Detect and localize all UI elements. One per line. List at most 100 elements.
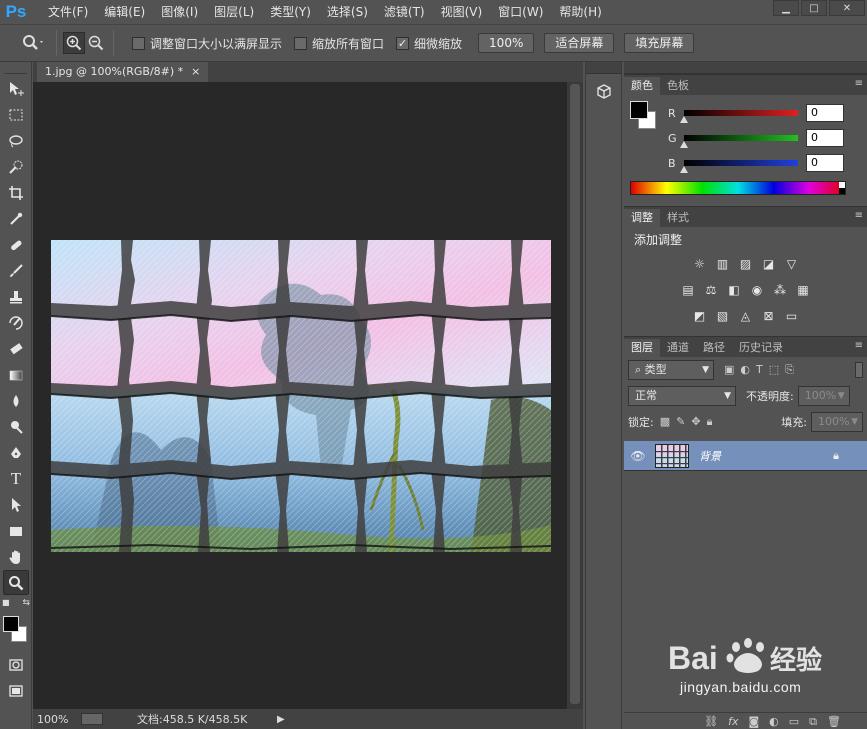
blue-slider[interactable] (680, 160, 798, 173)
fill-screen-button[interactable]: 填充屏幕 (624, 33, 695, 53)
red-value-field[interactable]: 0 (806, 104, 844, 122)
slider-knob[interactable] (680, 166, 688, 173)
vertical-scrollbar[interactable] (567, 82, 583, 709)
close-icon[interactable]: ✕ (829, 0, 865, 16)
type-layer-filter-icon[interactable]: T (756, 363, 763, 377)
menu-edit[interactable]: 编辑(E) (96, 1, 153, 23)
panel-menu-icon[interactable]: ≡ (855, 210, 863, 221)
menu-filter[interactable]: 滤镜(T) (376, 1, 433, 23)
move-tool-icon[interactable] (3, 76, 29, 101)
hand-tool-icon[interactable] (3, 544, 29, 569)
vibrance-icon[interactable]: ▽ (783, 255, 801, 273)
pen-tool-icon[interactable] (3, 440, 29, 465)
close-tab-icon[interactable]: × (191, 62, 200, 82)
status-menu-arrow-icon[interactable]: ▶ (277, 714, 285, 725)
layer-filter-dropdown[interactable]: ⌕ 类型 ▼ (628, 360, 714, 380)
levels-icon[interactable]: ▥ (714, 255, 732, 273)
restore-icon[interactable]: □ (801, 0, 827, 16)
tab-layers[interactable]: 图层 (624, 339, 660, 357)
lock-all-icon[interactable]: 🔒︎ (707, 415, 713, 429)
new-layer-icon[interactable]: ⧉ (809, 715, 817, 729)
history-brush-tool-icon[interactable] (3, 310, 29, 335)
tab-history[interactable]: 历史记录 (732, 339, 790, 357)
threshold-icon[interactable]: ◬ (737, 307, 755, 325)
quick-selection-tool-icon[interactable] (3, 154, 29, 179)
menu-help[interactable]: 帮助(H) (551, 1, 609, 23)
path-selection-tool-icon[interactable] (3, 492, 29, 517)
clone-stamp-tool-icon[interactable] (3, 284, 29, 309)
color-balance-icon[interactable]: ⚖ (702, 281, 720, 299)
curves-icon[interactable]: ▨ (737, 255, 755, 273)
slider-knob[interactable] (680, 116, 688, 123)
tab-color[interactable]: 颜色 (624, 77, 660, 95)
screen-mode-icon[interactable] (3, 678, 29, 703)
blend-mode-dropdown[interactable]: 正常 ▼ (628, 386, 736, 406)
zoom-out-icon[interactable] (85, 32, 107, 54)
invert-icon[interactable]: ◩ (691, 307, 709, 325)
color-spectrum-ramp[interactable] (630, 181, 846, 195)
quick-mask-icon[interactable] (3, 652, 29, 677)
menu-image[interactable]: 图像(I) (153, 1, 206, 23)
blur-tool-icon[interactable] (3, 388, 29, 413)
zoom-in-icon[interactable] (63, 32, 85, 54)
rectangle-tool-icon[interactable] (3, 518, 29, 543)
delete-layer-trash-icon[interactable]: 🗑︎ (827, 715, 841, 728)
checkbox-checked-icon[interactable]: ✓ (396, 36, 410, 50)
filter-toggle[interactable] (855, 362, 863, 378)
channel-mixer-icon[interactable]: ⁂ (771, 281, 789, 299)
eraser-tool-icon[interactable] (3, 336, 29, 361)
dodge-tool-icon[interactable] (3, 414, 29, 439)
default-colors-icon[interactable]: ■ (2, 598, 10, 608)
fill-field[interactable]: 100% ▼ (811, 412, 863, 432)
panel-menu-icon[interactable]: ≡ (855, 340, 863, 351)
opacity-field[interactable]: 100% ▼ (797, 386, 850, 406)
hue-saturation-icon[interactable]: ▤ (679, 281, 697, 299)
black-white-swatch[interactable] (839, 182, 845, 194)
lock-position-icon[interactable]: ✥ (691, 415, 700, 429)
menu-select[interactable]: 选择(S) (319, 1, 376, 23)
adjustment-layer-filter-icon[interactable]: ◐ (740, 363, 750, 377)
panel-menu-icon[interactable]: ≡ (855, 78, 863, 89)
foreground-color[interactable] (3, 616, 19, 632)
menu-file[interactable]: 文件(F) (40, 1, 96, 23)
layer-style-fx-icon[interactable]: fx (728, 715, 738, 728)
new-group-folder-icon[interactable]: ▭ (789, 715, 799, 728)
green-value-field[interactable]: 0 (806, 129, 844, 147)
menu-layer[interactable]: 图层(L) (206, 1, 262, 23)
layer-thumbnail[interactable] (655, 443, 689, 468)
tab-paths[interactable]: 路径 (696, 339, 732, 357)
fit-screen-button[interactable]: 适合屏幕 (544, 33, 615, 53)
dock-header[interactable] (586, 62, 621, 74)
resize-windows-checkbox[interactable]: 调整窗口大小以满屏显示 (132, 35, 282, 52)
lock-transparent-icon[interactable]: ▩ (660, 415, 670, 429)
canvas-image[interactable] (51, 240, 551, 552)
3d-panel-icon[interactable] (590, 80, 618, 104)
exposure-icon[interactable]: ◪ (760, 255, 778, 273)
zoom-all-windows-checkbox[interactable]: 缩放所有窗口 (294, 35, 384, 52)
toolbar-grip[interactable] (4, 64, 27, 74)
layer-name[interactable]: 背景 (699, 448, 721, 464)
shape-layer-filter-icon[interactable]: ⬚ (769, 363, 779, 377)
brush-tool-icon[interactable] (3, 258, 29, 283)
gradient-map-icon[interactable]: ▭ (783, 307, 801, 325)
blue-value-field[interactable]: 0 (806, 154, 844, 172)
selective-color-icon[interactable]: ⊠ (760, 307, 778, 325)
minimize-icon[interactable]: ▁ (773, 0, 799, 16)
add-mask-icon[interactable]: ◙ (748, 715, 759, 728)
swap-colors-icon[interactable]: ⇆ (22, 598, 30, 608)
scrollbar-thumb[interactable] (570, 84, 580, 704)
eyedropper-tool-icon[interactable] (3, 206, 29, 231)
photo-filter-icon[interactable]: ◉ (748, 281, 766, 299)
menu-type[interactable]: 类型(Y) (262, 1, 319, 23)
zoom-level[interactable]: 100% (33, 713, 81, 726)
type-tool-icon[interactable]: T (3, 466, 29, 491)
actual-pixels-button[interactable]: 100% (478, 33, 535, 53)
brightness-contrast-icon[interactable]: ☼ (691, 255, 709, 273)
zoom-tool-preset-icon[interactable] (16, 30, 50, 56)
color-lookup-icon[interactable]: ▦ (794, 281, 812, 299)
checkbox-box[interactable] (294, 36, 308, 50)
slider-knob[interactable] (680, 141, 688, 148)
menu-view[interactable]: 视图(V) (433, 1, 491, 23)
marquee-tool-icon[interactable] (3, 102, 29, 127)
document-tab[interactable]: 1.jpg @ 100%(RGB/8#) * × (37, 62, 209, 82)
